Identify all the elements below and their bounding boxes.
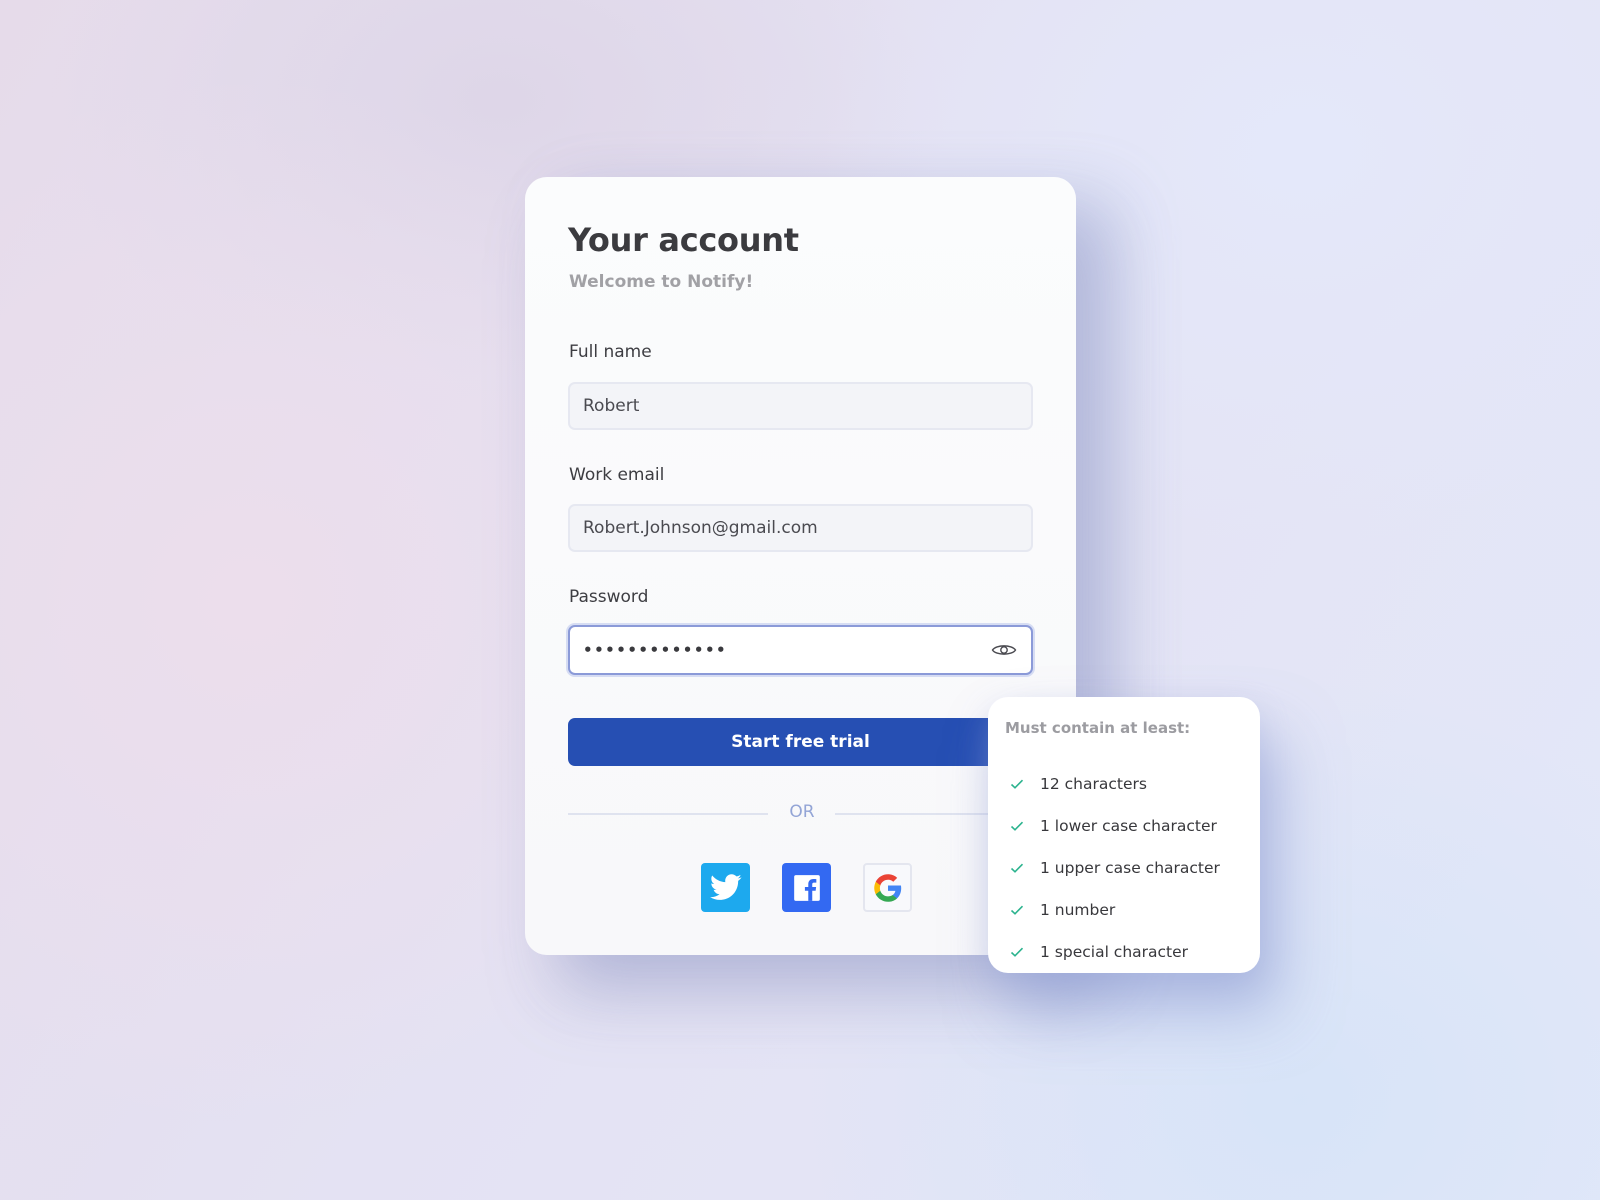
password-masked-value: ••••••••••••• [583,641,728,659]
check-icon [1010,947,1024,957]
start-free-trial-button[interactable]: Start free trial [568,718,1033,766]
or-divider-text: OR [789,802,815,822]
password-requirements-popover: Must contain at least: 12 characters 1 l… [988,697,1260,973]
full-name-value: Robert [583,396,640,416]
requirement-label: 1 upper case character [1040,859,1220,877]
divider-line-left [568,813,768,815]
requirements-list: 12 characters 1 lower case character 1 u… [1010,763,1220,973]
google-icon [873,873,901,902]
requirement-item: 12 characters [1010,763,1220,805]
requirements-title: Must contain at least: [1005,719,1191,737]
requirement-label: 12 characters [1040,775,1147,793]
eye-icon[interactable] [991,642,1017,658]
work-email-value: Robert.Johnson@gmail.com [583,518,818,538]
requirement-label: 1 number [1040,901,1116,919]
requirement-item: 1 number [1010,889,1220,931]
requirement-item: 1 upper case character [1010,847,1220,889]
page-title: Your account [568,221,799,259]
requirement-item: 1 lower case character [1010,805,1220,847]
twitter-signin-button[interactable] [701,863,750,912]
check-icon [1010,863,1024,873]
work-email-input[interactable]: Robert.Johnson@gmail.com [568,504,1033,552]
work-email-label: Work email [569,465,665,485]
password-label: Password [569,587,649,607]
twitter-icon [709,874,741,900]
check-icon [1010,779,1024,789]
check-icon [1010,821,1024,831]
requirement-label: 1 lower case character [1040,817,1217,835]
full-name-label: Full name [569,342,652,362]
page-subtitle: Welcome to Notify! [569,272,754,292]
requirement-label: 1 special character [1040,943,1189,961]
facebook-icon [793,874,820,901]
password-input[interactable]: ••••••••••••• [568,625,1033,675]
google-signin-button[interactable] [863,863,912,912]
check-icon [1010,905,1024,915]
full-name-input[interactable]: Robert [568,382,1033,430]
facebook-signin-button[interactable] [782,863,831,912]
requirement-item: 1 special character [1010,931,1220,973]
